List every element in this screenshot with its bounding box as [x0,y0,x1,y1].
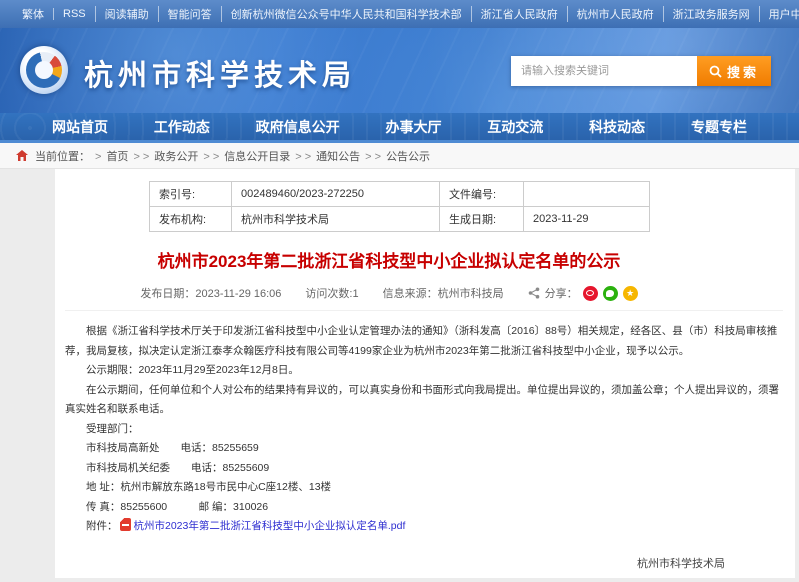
topbar-link[interactable]: 繁体 [22,6,44,22]
nav-item[interactable]: 专题专栏 [691,117,747,137]
search-button-label: 搜索 [727,62,759,81]
site-banner: 杭州市科学技术局 搜索 [0,28,799,113]
attachment-link[interactable]: 杭州市2023年第二批浙江省科技型中小企业拟认定名单.pdf [134,520,406,532]
attachment-label: 附件： [86,520,118,532]
info-value: 2023-11-29 [524,207,650,232]
table-row: 发布机构: 杭州市科学技术局 生成日期: 2023-11-29 [150,207,650,232]
info-value: 杭州市科学技术局 [232,207,440,232]
topbar-quick-links: 繁体 RSS 阅读辅助智能问答创新杭州微信公众号 [22,6,330,22]
info-label: 发布机构: [150,207,232,232]
document-info-table: 索引号: 002489460/2023-272250 文件编号: 发布机构: 杭… [149,181,650,232]
pdf-icon [120,518,131,531]
topbar: 繁体 RSS 阅读辅助智能问答创新杭州微信公众号 中华人民共和国科学技术部浙江省人民… [0,0,799,28]
body-paragraph: 在公示期间，任何单位和个人对公布的结果持有异议的，可以真实身份和书面形式向我局提… [65,381,783,420]
share-label: 分享： [545,285,578,301]
topbar-link[interactable]: 智能问答 [158,6,212,22]
breadcrumb-link[interactable]: 通知公告 [316,151,360,163]
nav-item[interactable]: 科技动态 [589,117,645,137]
nav-item[interactable]: 互动交流 [487,117,543,137]
body-paragraph: 地 址：杭州市解放东路18号市民中心C座12楼、13楼 [65,478,783,498]
nav-item[interactable]: 网站首页 [52,117,108,137]
publish-date: 发布日期：2023-11-29 16:06 [140,285,281,301]
info-label: 文件编号: [440,182,524,207]
topbar-link[interactable]: 创新杭州微信公众号 [221,6,330,22]
breadcrumb-separator: > > [133,151,149,163]
visit-count: 访问次数:1 [305,285,358,301]
breadcrumb-trail: > 首页 > > 政务公开 > > 信息公开目录 > > 通知公告 > > 公告公示 [90,148,430,164]
body-paragraph: 市科技局高新处 电话：85255659 [65,439,783,459]
info-label: 索引号: [150,182,232,207]
breadcrumb-label: 当前位置： [35,148,90,164]
nav-item[interactable]: 政府信息公开 [256,117,340,137]
topbar-link[interactable]: 阅读辅助 [95,6,149,22]
breadcrumb-separator: > > [365,151,381,163]
search-button[interactable]: 搜索 [697,56,771,86]
topbar-gov-links: 中华人民共和国科学技术部浙江省人民政府杭州市人民政府浙江政务服务网用户中心 [330,6,799,22]
breadcrumb-link[interactable]: 政务公开 [154,151,198,163]
topbar-link[interactable]: 浙江省人民政府 [471,6,558,22]
share-bar: 分享： ★ [528,285,638,301]
site-logo-icon [20,46,68,94]
qzone-icon[interactable]: ★ [623,286,638,301]
info-value [524,182,650,207]
search-box: 搜索 [511,56,771,86]
page: 繁体 RSS 阅读辅助智能问答创新杭州微信公众号 中华人民共和国科学技术部浙江省人民… [0,0,799,582]
attachment-row: 附件： 杭州市2023年第二批浙江省科技型中小企业拟认定名单.pdf [65,517,783,537]
table-row: 索引号: 002489460/2023-272250 文件编号: [150,182,650,207]
share-icon [528,287,540,299]
topbar-link[interactable]: 杭州市人民政府 [567,6,654,22]
body-paragraph: 传 真：85255600 邮 编：310026 [65,498,783,518]
search-input[interactable] [511,56,697,86]
search-icon [709,65,722,78]
breadcrumb-link[interactable]: 信息公开目录 [224,151,290,163]
breadcrumb-separator: > > [203,151,219,163]
wechat-icon[interactable] [603,286,618,301]
article-body: 根据《浙江省科学技术厅关于印发浙江省科技型中小企业认定管理办法的通知》（浙科发高… [65,322,783,537]
topbar-link[interactable]: 浙江政务服务网 [663,6,750,22]
nav-item[interactable]: 工作动态 [154,117,210,137]
body-paragraph: 公示期限：2023年11月29至2023年12月8日。 [65,361,783,381]
info-label: 生成日期: [440,207,524,232]
nav-item[interactable]: 办事大厅 [385,117,441,137]
topbar-link[interactable]: 中华人民共和国科学技术部 [330,6,462,22]
info-source: 信息来源：杭州市科技局 [383,285,504,301]
breadcrumb: 当前位置： > 首页 > > 政务公开 > > 信息公开目录 > > 通知公告 > > 公告公示 [0,143,799,169]
breadcrumb-separator: > > [295,151,311,163]
body-paragraph: 根据《浙江省科学技术厅关于印发浙江省科技型中小企业认定管理办法的通知》（浙科发高… [65,322,783,361]
body-paragraph: 市科技局机关纪委 电话：85255609 [65,459,783,479]
breadcrumb-link[interactable]: 公告公示 [386,151,430,163]
signature-org: 杭州市科学技术局 [65,551,725,578]
weibo-icon[interactable] [583,286,598,301]
info-value: 002489460/2023-272250 [232,182,440,207]
article-meta: 发布日期：2023-11-29 16:06 访问次数:1 信息来源：杭州市科技局… [65,285,783,311]
body-paragraph: 受理部门： [65,420,783,440]
breadcrumb-separator: > [95,151,101,163]
signature: 杭州市科学技术局 2023年11月29日 [65,551,783,582]
home-icon [16,150,28,161]
content-card: 索引号: 002489460/2023-272250 文件编号: 发布机构: 杭… [55,169,795,578]
signature-date: 2023年11月29日 [65,578,725,582]
topbar-link[interactable]: 用户中心 [759,6,799,22]
article-title: 杭州市2023年第二批浙江省科技型中小企业拟认定名单的公示 [65,247,783,272]
site-title: 杭州市科学技术局 [84,52,356,94]
main-nav: 网站首页 工作动态 政府信息公开 办事大厅 互动交流 科技动态 专题专栏 [0,113,799,143]
breadcrumb-link[interactable]: 首页 [106,151,128,163]
topbar-link[interactable]: RSS [53,8,86,20]
